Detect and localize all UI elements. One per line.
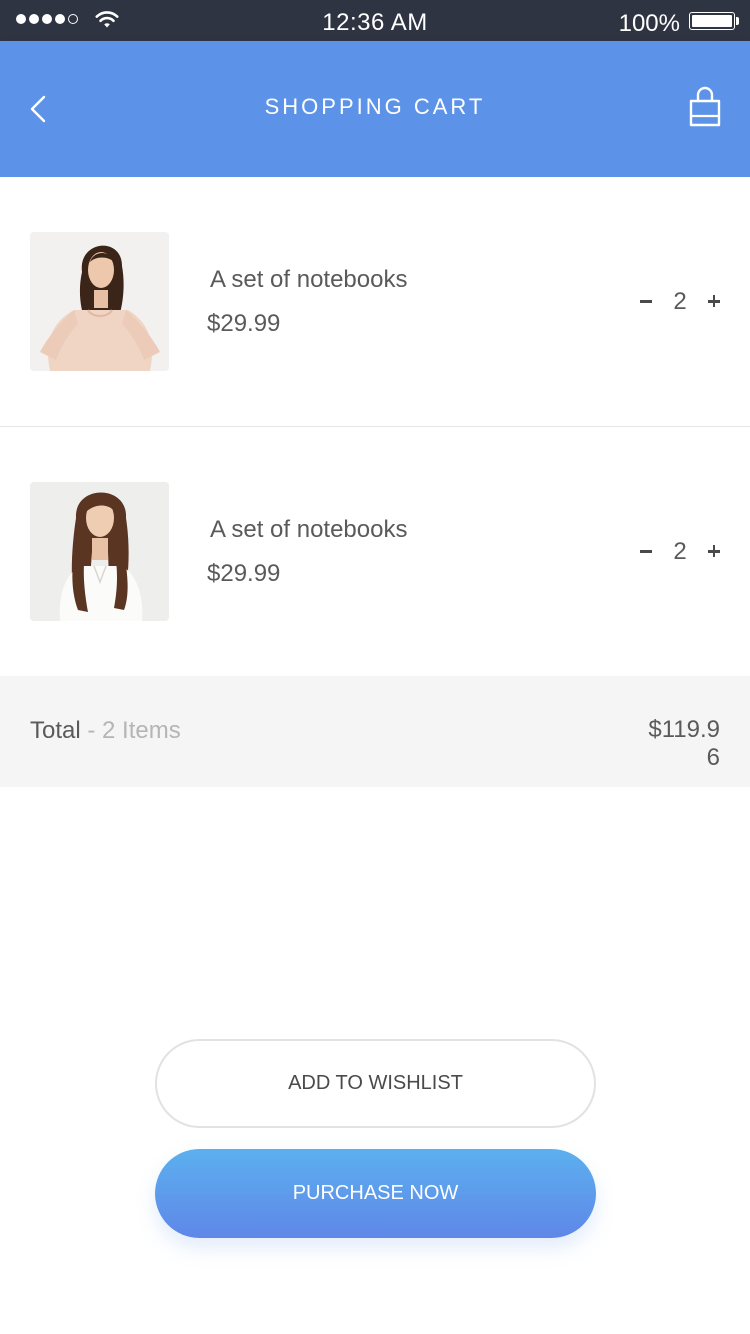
item-price: $29.99 — [207, 310, 281, 337]
item-name: A set of notebooks — [210, 516, 408, 543]
product-photo — [30, 482, 169, 621]
product-image[interactable] — [30, 232, 169, 371]
shopping-cart-screen: 12:36 AM 100% SHOPPING CART A set of not… — [0, 0, 750, 1334]
app-header: SHOPPING CART — [0, 41, 750, 177]
quantity-value: 2 — [673, 288, 687, 315]
battery-tip — [736, 17, 739, 25]
product-image[interactable] — [30, 482, 169, 621]
decrease-quantity-button[interactable] — [638, 537, 654, 567]
purchase-now-button[interactable]: PURCHASE NOW — [155, 1149, 596, 1238]
add-to-wishlist-button[interactable]: ADD TO WISHLIST — [155, 1039, 596, 1128]
cart-bag-button[interactable] — [686, 85, 724, 129]
decrease-quantity-button[interactable] — [638, 287, 654, 317]
cart-item: A set of notebooks $29.99 2 — [0, 427, 750, 676]
total-label: Total — [30, 717, 81, 744]
battery-percentage: 100% — [618, 10, 680, 37]
shopping-bag-icon — [689, 86, 721, 127]
item-name: A set of notebooks — [210, 266, 408, 293]
quantity-stepper: 2 — [638, 287, 722, 317]
quantity-value: 2 — [673, 538, 687, 565]
status-bar: 12:36 AM 100% — [0, 0, 750, 41]
cart-item: A set of notebooks $29.99 2 — [0, 177, 750, 427]
total-label-group: Total - 2 Items — [30, 716, 181, 746]
total-item-count: - 2 Items — [87, 717, 181, 744]
quantity-stepper: 2 — [638, 537, 722, 567]
cart-total-bar: Total - 2 Items $119.96 — [0, 676, 750, 787]
item-price: $29.99 — [207, 560, 281, 587]
increase-quantity-button[interactable] — [706, 287, 722, 317]
total-amount: $119.96 — [648, 716, 720, 771]
page-title: SHOPPING CART — [264, 94, 486, 119]
product-photo — [30, 232, 169, 371]
battery-icon — [689, 12, 735, 30]
increase-quantity-button[interactable] — [706, 537, 722, 567]
